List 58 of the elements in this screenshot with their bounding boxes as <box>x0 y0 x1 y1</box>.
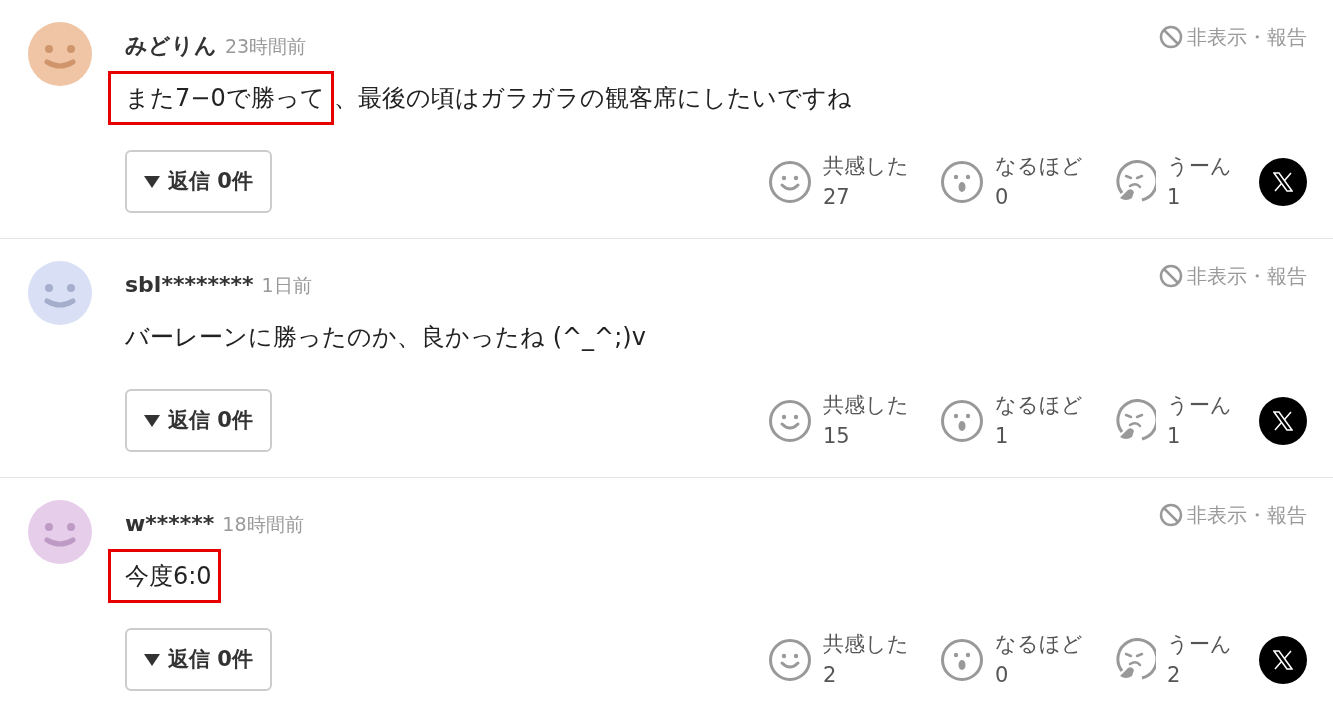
reply-button[interactable]: 返信 0件 <box>125 150 272 213</box>
reaction-button[interactable]: うーん 1 <box>1112 389 1257 452</box>
surprised-face-icon <box>940 637 984 682</box>
comment-text: 今度6:0 <box>108 549 221 603</box>
x-logo-icon <box>1273 649 1293 670</box>
comment-author[interactable]: みどりん <box>125 29 217 62</box>
reaction-count: 15 <box>823 422 850 450</box>
reaction-label: 共感した <box>823 152 909 180</box>
reaction-button[interactable]: なるほど 1 <box>940 389 1085 452</box>
comment-time: 18時間前 <box>222 512 304 537</box>
reaction-label: なるほど <box>995 391 1083 419</box>
reaction-count: 2 <box>823 661 837 689</box>
comment-author[interactable]: w****** <box>125 507 215 540</box>
reaction-count: 1 <box>1167 183 1181 211</box>
caret-down-icon <box>144 175 160 188</box>
comment-time: 23時間前 <box>225 34 307 59</box>
surprised-face-icon <box>940 398 984 443</box>
smile-face-icon <box>768 159 812 204</box>
reaction-button[interactable]: うーん 1 <box>1112 150 1257 213</box>
reaction-label: うーん <box>1167 391 1232 419</box>
prohibited-icon <box>1159 25 1183 49</box>
reaction-button[interactable]: うーん 2 <box>1112 628 1257 691</box>
reaction-button[interactable]: なるほど 0 <box>940 150 1085 213</box>
reply-button[interactable]: 返信 0件 <box>125 389 272 452</box>
reaction-button[interactable]: 共感した 2 <box>768 628 913 691</box>
x-logo-icon <box>1273 171 1293 192</box>
reaction-count: 1 <box>1167 422 1181 450</box>
reaction-button[interactable]: 共感した 27 <box>768 150 913 213</box>
smile-face-icon <box>768 637 812 682</box>
smile-face-icon <box>768 398 812 443</box>
prohibited-icon <box>1159 264 1183 288</box>
caret-down-icon <box>144 414 160 427</box>
reaction-label: 共感した <box>823 630 909 658</box>
reaction-count: 27 <box>823 183 850 211</box>
x-share-button[interactable] <box>1259 396 1307 445</box>
reaction-button[interactable]: 共感した 15 <box>768 389 913 452</box>
comment-text: バーレーンに勝ったのか、良かったね (^_^;)v <box>125 322 646 353</box>
reaction-count: 0 <box>995 183 1009 211</box>
comment-text: また7−0で勝って <box>108 71 334 125</box>
reaction-count: 1 <box>995 422 1009 450</box>
caret-down-icon <box>144 653 160 666</box>
reaction-count: 2 <box>1167 661 1181 689</box>
reaction-label: 共感した <box>823 391 909 419</box>
reaction-label: なるほど <box>995 152 1083 180</box>
reaction-label: うーん <box>1167 152 1232 180</box>
comment-text: 、最後の頃はガラガラの観客席にしたいですね <box>333 83 852 114</box>
x-share-button[interactable] <box>1259 635 1307 684</box>
comment-time: 1日前 <box>261 273 312 298</box>
reply-button[interactable]: 返信 0件 <box>125 628 272 691</box>
reaction-count: 0 <box>995 661 1009 689</box>
x-share-button[interactable] <box>1259 157 1307 206</box>
reaction-button[interactable]: なるほど 0 <box>940 628 1085 691</box>
surprised-face-icon <box>940 159 984 204</box>
x-logo-icon <box>1273 410 1293 431</box>
prohibited-icon <box>1159 503 1183 527</box>
reaction-label: なるほど <box>995 630 1083 658</box>
comment-author[interactable]: sbl******** <box>125 268 254 301</box>
reaction-label: うーん <box>1167 630 1232 658</box>
